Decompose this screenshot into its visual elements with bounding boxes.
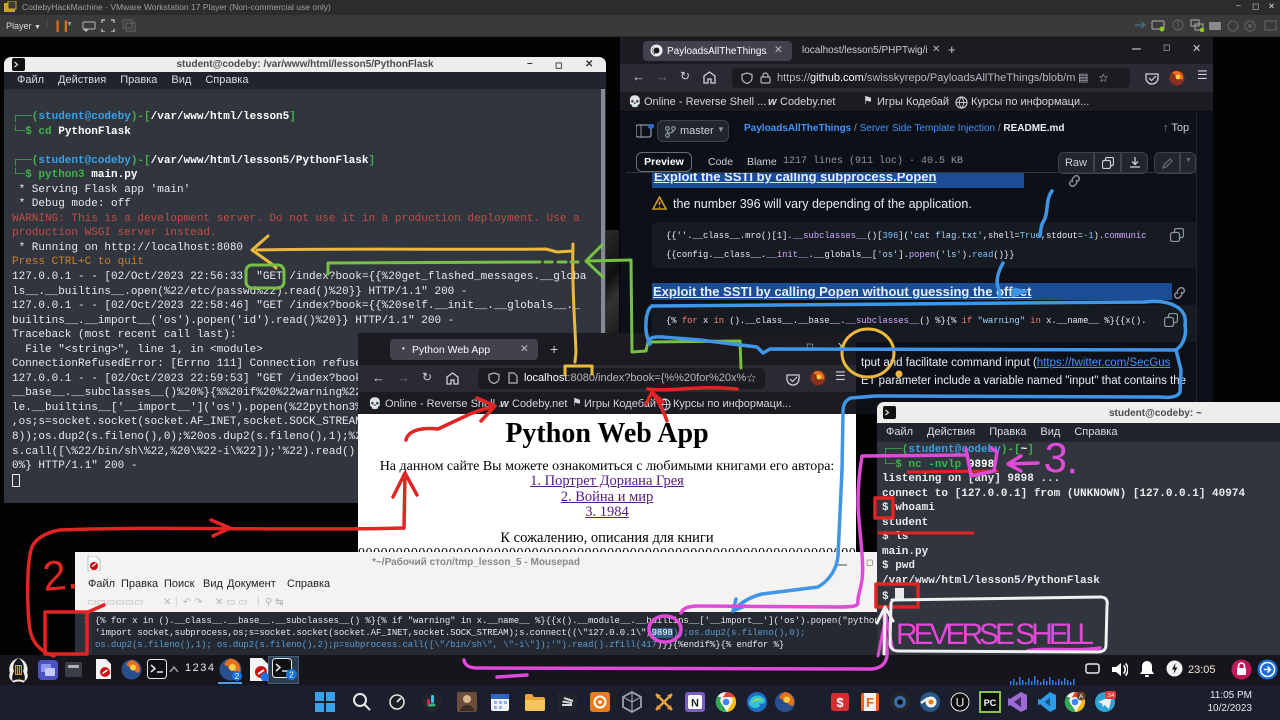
svg-text:2.: 2. [41,550,80,600]
svg-text:REVERSE SHELL: REVERSE SHELL [896,618,1094,651]
svg-text:3.: 3. [1042,433,1080,482]
